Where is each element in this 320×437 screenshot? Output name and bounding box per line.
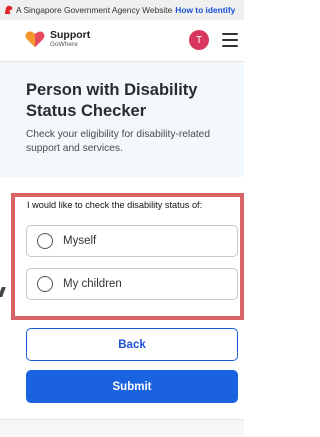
submit-button[interactable]: Submit bbox=[26, 370, 238, 403]
hero-section: Person with Disability Status Checker Ch… bbox=[0, 62, 244, 177]
heart-logo-icon bbox=[25, 31, 45, 48]
brand-name: Support bbox=[50, 29, 91, 41]
question-label: I would like to check the disability sta… bbox=[27, 200, 203, 210]
lion-head-icon bbox=[4, 5, 13, 15]
footer-divider bbox=[0, 419, 244, 437]
gov-banner-text: A Singapore Government Agency Website bbox=[16, 5, 173, 15]
radio-button-icon[interactable] bbox=[37, 233, 53, 249]
supportgowhere-logo[interactable]: Support GoWhere bbox=[24, 28, 90, 50]
gov-banner: A Singapore Government Agency Website Ho… bbox=[0, 0, 244, 20]
brand-subname: GoWhere bbox=[50, 40, 78, 48]
back-button[interactable]: Back bbox=[26, 328, 238, 361]
radio-option-label: Myself bbox=[63, 235, 97, 247]
radio-option-label: My children bbox=[63, 278, 122, 290]
site-header: Support GoWhere T bbox=[0, 20, 244, 62]
pointer-cursor-icon bbox=[0, 287, 6, 297]
radio-option-my-children[interactable]: My children bbox=[26, 268, 238, 300]
how-to-identify-link[interactable]: How to identify bbox=[175, 5, 235, 15]
hamburger-menu-icon[interactable] bbox=[222, 33, 238, 47]
radio-option-myself[interactable]: Myself bbox=[26, 225, 238, 257]
radio-button-icon[interactable] bbox=[37, 276, 53, 292]
page-description: Check your eligibility for disability-re… bbox=[26, 129, 211, 154]
user-avatar[interactable]: T bbox=[189, 30, 209, 50]
page-title: Person with Disability Status Checker bbox=[26, 81, 198, 120]
